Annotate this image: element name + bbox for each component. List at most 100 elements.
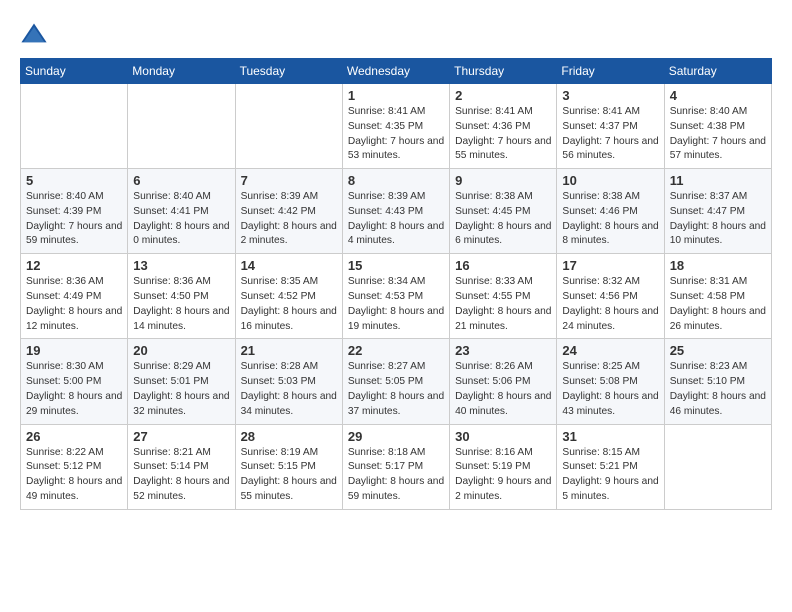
day-number: 1 [348, 88, 444, 103]
calendar-cell [235, 84, 342, 169]
calendar-cell: 3Sunrise: 8:41 AM Sunset: 4:37 PM Daylig… [557, 84, 664, 169]
calendar-cell: 4 Sunrise: 8:40 AM Sunset: 4:38 PM Daylig… [664, 84, 771, 169]
weekday-header-wednesday: Wednesday [342, 59, 449, 84]
day-number: 20 [133, 343, 229, 358]
day-info: Sunrise: 8:29 AM Sunset: 5:01 PM Dayligh… [133, 360, 229, 419]
day-info: Sunrise: 8:26 AM Sunset: 5:06 PM Dayligh… [455, 360, 551, 419]
weekday-header-thursday: Thursday [450, 59, 557, 84]
day-info: Sunrise: 8:41 AM Sunset: 4:35 PM Dayligh… [348, 105, 444, 164]
day-info: Sunrise: 8:30 AM Sunset: 5:00 PM Dayligh… [26, 360, 122, 419]
day-info: Sunrise: 8:28 AM Sunset: 5:03 PM Dayligh… [241, 360, 337, 419]
calendar-cell: 2 Sunrise: 8:41 AM Sunset: 4:36 PM Daylig… [450, 84, 557, 169]
calendar-cell: 8 Sunrise: 8:39 AM Sunset: 4:43 PM Daylig… [342, 169, 449, 254]
day-number: 2 [455, 88, 551, 103]
day-number: 6 [133, 173, 229, 188]
day-number: 8 [348, 173, 444, 188]
day-info: Sunrise: 8:25 AM Sunset: 5:08 PM Dayligh… [562, 360, 658, 419]
calendar-cell: 24 Sunrise: 8:25 AM Sunset: 5:08 PM Dayli… [557, 339, 664, 424]
day-number: 26 [26, 429, 122, 444]
day-info: Sunrise: 8:36 AM Sunset: 4:50 PM Dayligh… [133, 275, 229, 334]
day-info: Sunrise: 8:19 AM Sunset: 5:15 PM Dayligh… [241, 446, 337, 505]
calendar-cell: 19 Sunrise: 8:30 AM Sunset: 5:00 PM Dayli… [21, 339, 128, 424]
weekday-header-tuesday: Tuesday [235, 59, 342, 84]
day-info: Sunrise: 8:36 AM Sunset: 4:49 PM Dayligh… [26, 275, 122, 334]
day-info: Sunrise: 8:18 AM Sunset: 5:17 PM Dayligh… [348, 446, 444, 505]
day-info: Sunrise: 8:41 AM Sunset: 4:37 PM Dayligh… [562, 105, 658, 164]
day-number: 5 [26, 173, 122, 188]
weekday-header-monday: Monday [128, 59, 235, 84]
calendar-cell: 21 Sunrise: 8:28 AM Sunset: 5:03 PM Dayli… [235, 339, 342, 424]
day-info: Sunrise: 8:35 AM Sunset: 4:52 PM Dayligh… [241, 275, 337, 334]
day-info: Sunrise: 8:27 AM Sunset: 5:05 PM Dayligh… [348, 360, 444, 419]
day-number: 17 [562, 258, 658, 273]
weekday-header-sunday: Sunday [21, 59, 128, 84]
calendar-cell: 18 Sunrise: 8:31 AM Sunset: 4:58 PM Dayli… [664, 254, 771, 339]
day-number: 27 [133, 429, 229, 444]
calendar-cell: 9 Sunrise: 8:38 AM Sunset: 4:45 PM Daylig… [450, 169, 557, 254]
calendar-cell [128, 84, 235, 169]
calendar-week-1: 1 Sunrise: 8:41 AM Sunset: 4:35 PM Daylig… [21, 84, 772, 169]
day-info: Sunrise: 8:39 AM Sunset: 4:42 PM Dayligh… [241, 190, 337, 249]
calendar-cell: 25 Sunrise: 8:23 AM Sunset: 5:10 PM Dayli… [664, 339, 771, 424]
day-info: Sunrise: 8:38 AM Sunset: 4:45 PM Dayligh… [455, 190, 551, 249]
calendar-cell: 16 Sunrise: 8:33 AM Sunset: 4:55 PM Dayli… [450, 254, 557, 339]
day-info: Sunrise: 8:33 AM Sunset: 4:55 PM Dayligh… [455, 275, 551, 334]
day-info: Sunrise: 8:41 AM Sunset: 4:36 PM Dayligh… [455, 105, 551, 164]
day-number: 21 [241, 343, 337, 358]
calendar-week-3: 12 Sunrise: 8:36 AM Sunset: 4:49 PM Dayli… [21, 254, 772, 339]
calendar-cell: 30Sunrise: 8:16 AM Sunset: 5:19 PM Dayli… [450, 424, 557, 509]
day-number: 9 [455, 173, 551, 188]
day-number: 12 [26, 258, 122, 273]
header [20, 20, 772, 48]
day-info: Sunrise: 8:16 AM Sunset: 5:19 PM Dayligh… [455, 446, 551, 505]
day-number: 25 [670, 343, 766, 358]
day-number: 19 [26, 343, 122, 358]
calendar-cell: 5 Sunrise: 8:40 AM Sunset: 4:39 PM Daylig… [21, 169, 128, 254]
day-number: 10 [562, 173, 658, 188]
day-number: 7 [241, 173, 337, 188]
day-number: 29 [348, 429, 444, 444]
calendar-table: SundayMondayTuesdayWednesdayThursdayFrid… [20, 58, 772, 510]
calendar-week-5: 26 Sunrise: 8:22 AM Sunset: 5:12 PM Dayli… [21, 424, 772, 509]
calendar-cell: 20 Sunrise: 8:29 AM Sunset: 5:01 PM Dayli… [128, 339, 235, 424]
calendar-cell: 14Sunrise: 8:35 AM Sunset: 4:52 PM Dayli… [235, 254, 342, 339]
day-number: 15 [348, 258, 444, 273]
day-info: Sunrise: 8:15 AM Sunset: 5:21 PM Dayligh… [562, 446, 658, 505]
day-info: Sunrise: 8:39 AM Sunset: 4:43 PM Dayligh… [348, 190, 444, 249]
day-number: 23 [455, 343, 551, 358]
day-info: Sunrise: 8:40 AM Sunset: 4:38 PM Dayligh… [670, 105, 766, 164]
day-number: 28 [241, 429, 337, 444]
day-info: Sunrise: 8:40 AM Sunset: 4:41 PM Dayligh… [133, 190, 229, 249]
day-number: 16 [455, 258, 551, 273]
day-number: 22 [348, 343, 444, 358]
day-info: Sunrise: 8:21 AM Sunset: 5:14 PM Dayligh… [133, 446, 229, 505]
calendar-week-4: 19 Sunrise: 8:30 AM Sunset: 5:00 PM Dayli… [21, 339, 772, 424]
day-number: 4 [670, 88, 766, 103]
logo-icon [20, 20, 48, 48]
day-info: Sunrise: 8:34 AM Sunset: 4:53 PM Dayligh… [348, 275, 444, 334]
day-info: Sunrise: 8:40 AM Sunset: 4:39 PM Dayligh… [26, 190, 122, 249]
day-number: 13 [133, 258, 229, 273]
day-number: 24 [562, 343, 658, 358]
calendar-cell: 7 Sunrise: 8:39 AM Sunset: 4:42 PM Daylig… [235, 169, 342, 254]
calendar-cell: 11 Sunrise: 8:37 AM Sunset: 4:47 PM Dayli… [664, 169, 771, 254]
calendar-cell [21, 84, 128, 169]
day-info: Sunrise: 8:37 AM Sunset: 4:47 PM Dayligh… [670, 190, 766, 249]
calendar-cell: 17 Sunrise: 8:32 AM Sunset: 4:56 PM Dayli… [557, 254, 664, 339]
day-number: 11 [670, 173, 766, 188]
day-info: Sunrise: 8:22 AM Sunset: 5:12 PM Dayligh… [26, 446, 122, 505]
day-info: Sunrise: 8:32 AM Sunset: 4:56 PM Dayligh… [562, 275, 658, 334]
day-info: Sunrise: 8:23 AM Sunset: 5:10 PM Dayligh… [670, 360, 766, 419]
calendar-cell: 27 Sunrise: 8:21 AM Sunset: 5:14 PM Dayli… [128, 424, 235, 509]
day-number: 18 [670, 258, 766, 273]
calendar-cell: 10Sunrise: 8:38 AM Sunset: 4:46 PM Dayli… [557, 169, 664, 254]
calendar-cell: 23 Sunrise: 8:26 AM Sunset: 5:06 PM Dayli… [450, 339, 557, 424]
day-info: Sunrise: 8:31 AM Sunset: 4:58 PM Dayligh… [670, 275, 766, 334]
calendar-cell: 28 Sunrise: 8:19 AM Sunset: 5:15 PM Dayli… [235, 424, 342, 509]
weekday-header-saturday: Saturday [664, 59, 771, 84]
weekday-header-row: SundayMondayTuesdayWednesdayThursdayFrid… [21, 59, 772, 84]
calendar-cell [664, 424, 771, 509]
calendar-cell: 13 Sunrise: 8:36 AM Sunset: 4:50 PM Dayli… [128, 254, 235, 339]
calendar-cell: 12 Sunrise: 8:36 AM Sunset: 4:49 PM Dayli… [21, 254, 128, 339]
page: SundayMondayTuesdayWednesdayThursdayFrid… [0, 0, 792, 612]
